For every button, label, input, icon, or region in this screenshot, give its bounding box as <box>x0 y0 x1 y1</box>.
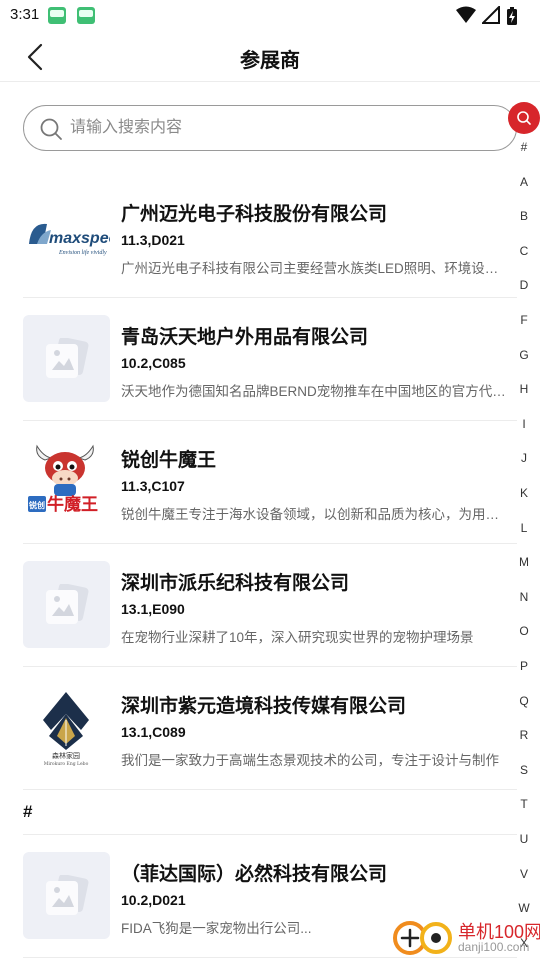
section-label: # <box>23 802 33 821</box>
exhibitor-name: 深圳市紫元造境科技传媒有限公司 <box>121 696 407 717</box>
signal-icon <box>482 6 500 24</box>
company-logo: maxspect Envision life vividly <box>23 192 123 279</box>
exhibitor-booth: 11.3,C107 <box>121 478 185 494</box>
company-logo <box>23 852 110 939</box>
bull-mascot-logo: 锐创 牛魔王 <box>28 444 98 515</box>
exhibitor-name: 青岛沃天地户外用品有限公司 <box>121 327 369 348</box>
status-time: 3:31 <box>10 6 40 23</box>
exhibitor-booth: 11.3,D021 <box>121 232 185 248</box>
image-placeholder-icon <box>46 584 89 624</box>
search-icon <box>517 111 531 125</box>
svg-text:牛魔王: 牛魔王 <box>47 494 98 515</box>
search-box[interactable] <box>23 105 517 151</box>
search-icon <box>40 118 62 140</box>
page-title: 参展商 <box>240 50 300 72</box>
watermark-logo <box>393 921 452 955</box>
search-input[interactable] <box>70 117 470 139</box>
svg-text:Mirokuro Eng Lebo: Mirokuro Eng Lebo <box>44 761 89 767</box>
svg-text:锐创: 锐创 <box>29 500 45 510</box>
exhibitor-description: 沃天地作为德国知名品牌BERND宠物推车在中国地区的官方代理商 <box>121 384 511 399</box>
status-bar: 3:31 <box>0 0 540 32</box>
exhibitor-name: 锐创牛魔王 <box>121 450 217 471</box>
wifi-icon <box>456 6 476 23</box>
svg-text:Envision life vividly: Envision life vividly <box>58 249 107 256</box>
exhibitor-booth: 10.2,D021 <box>121 892 186 908</box>
list-item[interactable]: maxspect Envision life vividly 广州迈光电子科技股… <box>23 175 517 298</box>
company-logo <box>23 561 110 648</box>
app-header: 参展商 <box>0 32 540 82</box>
watermark-url: danji100.com <box>458 940 530 954</box>
exhibitor-booth: 13.1,C089 <box>121 724 186 740</box>
exhibitor-description: 我们是一家致力于高端生态景观技术的公司，专注于设计与制作 <box>121 753 499 768</box>
index-letter[interactable]: # <box>508 140 540 154</box>
exhibitor-name: （菲达国际）必然科技有限公司 <box>121 864 388 885</box>
leaf-emblem-logo: 森林家园 Mirokuro Eng Lebo <box>43 692 89 767</box>
app-notification-icon <box>77 7 95 24</box>
exhibitor-booth: 13.1,E090 <box>121 601 185 617</box>
section-header: # <box>23 790 517 835</box>
exhibitor-booth: 10.2,C085 <box>121 355 186 371</box>
exhibitor-description: 在宠物行业深耕了10年，深入研究现实世界的宠物护理场景 <box>121 630 474 645</box>
image-placeholder-icon <box>46 338 89 378</box>
battery-charging-icon <box>507 7 517 25</box>
exhibitor-name: 深圳市派乐纪科技有限公司 <box>121 573 350 594</box>
company-logo: 森林家园 Mirokuro Eng Lebo <box>23 684 110 771</box>
list-item[interactable]: 锐创 牛魔王 锐创牛魔王 11.3,C107 锐创牛魔王专注于海水设备领域，以创… <box>23 421 517 544</box>
company-logo: 锐创 牛魔王 <box>23 438 110 525</box>
maxspect-logo: maxspect Envision life vividly <box>29 223 123 256</box>
app-notification-icon <box>48 7 66 24</box>
svg-text:maxspect: maxspect <box>49 230 110 247</box>
list-item[interactable]: 深圳市派乐纪科技有限公司 13.1,E090 在宠物行业深耕了10年，深入研究现… <box>23 544 517 667</box>
exhibitor-description: 广州迈光电子科技有限公司主要经营水族类LED照明、环境设备等产品 <box>121 261 511 276</box>
svg-text:森林家园: 森林家园 <box>52 751 80 760</box>
company-logo <box>23 315 110 402</box>
index-search-button[interactable] <box>508 102 540 134</box>
list-item[interactable]: 森林家园 Mirokuro Eng Lebo 深圳市紫元造境科技传媒有限公司 1… <box>23 667 517 790</box>
watermark: 单机100网 danji100.com <box>388 914 540 960</box>
image-placeholder-icon <box>46 875 89 915</box>
exhibitor-description: 锐创牛魔王专注于海水设备领域，以创新和品质为核心，为用户提供优质产品 <box>121 507 511 522</box>
list-item[interactable]: 青岛沃天地户外用品有限公司 10.2,C085 沃天地作为德国知名品牌BERND… <box>23 298 517 421</box>
exhibitor-name: 广州迈光电子科技股份有限公司 <box>121 204 388 225</box>
